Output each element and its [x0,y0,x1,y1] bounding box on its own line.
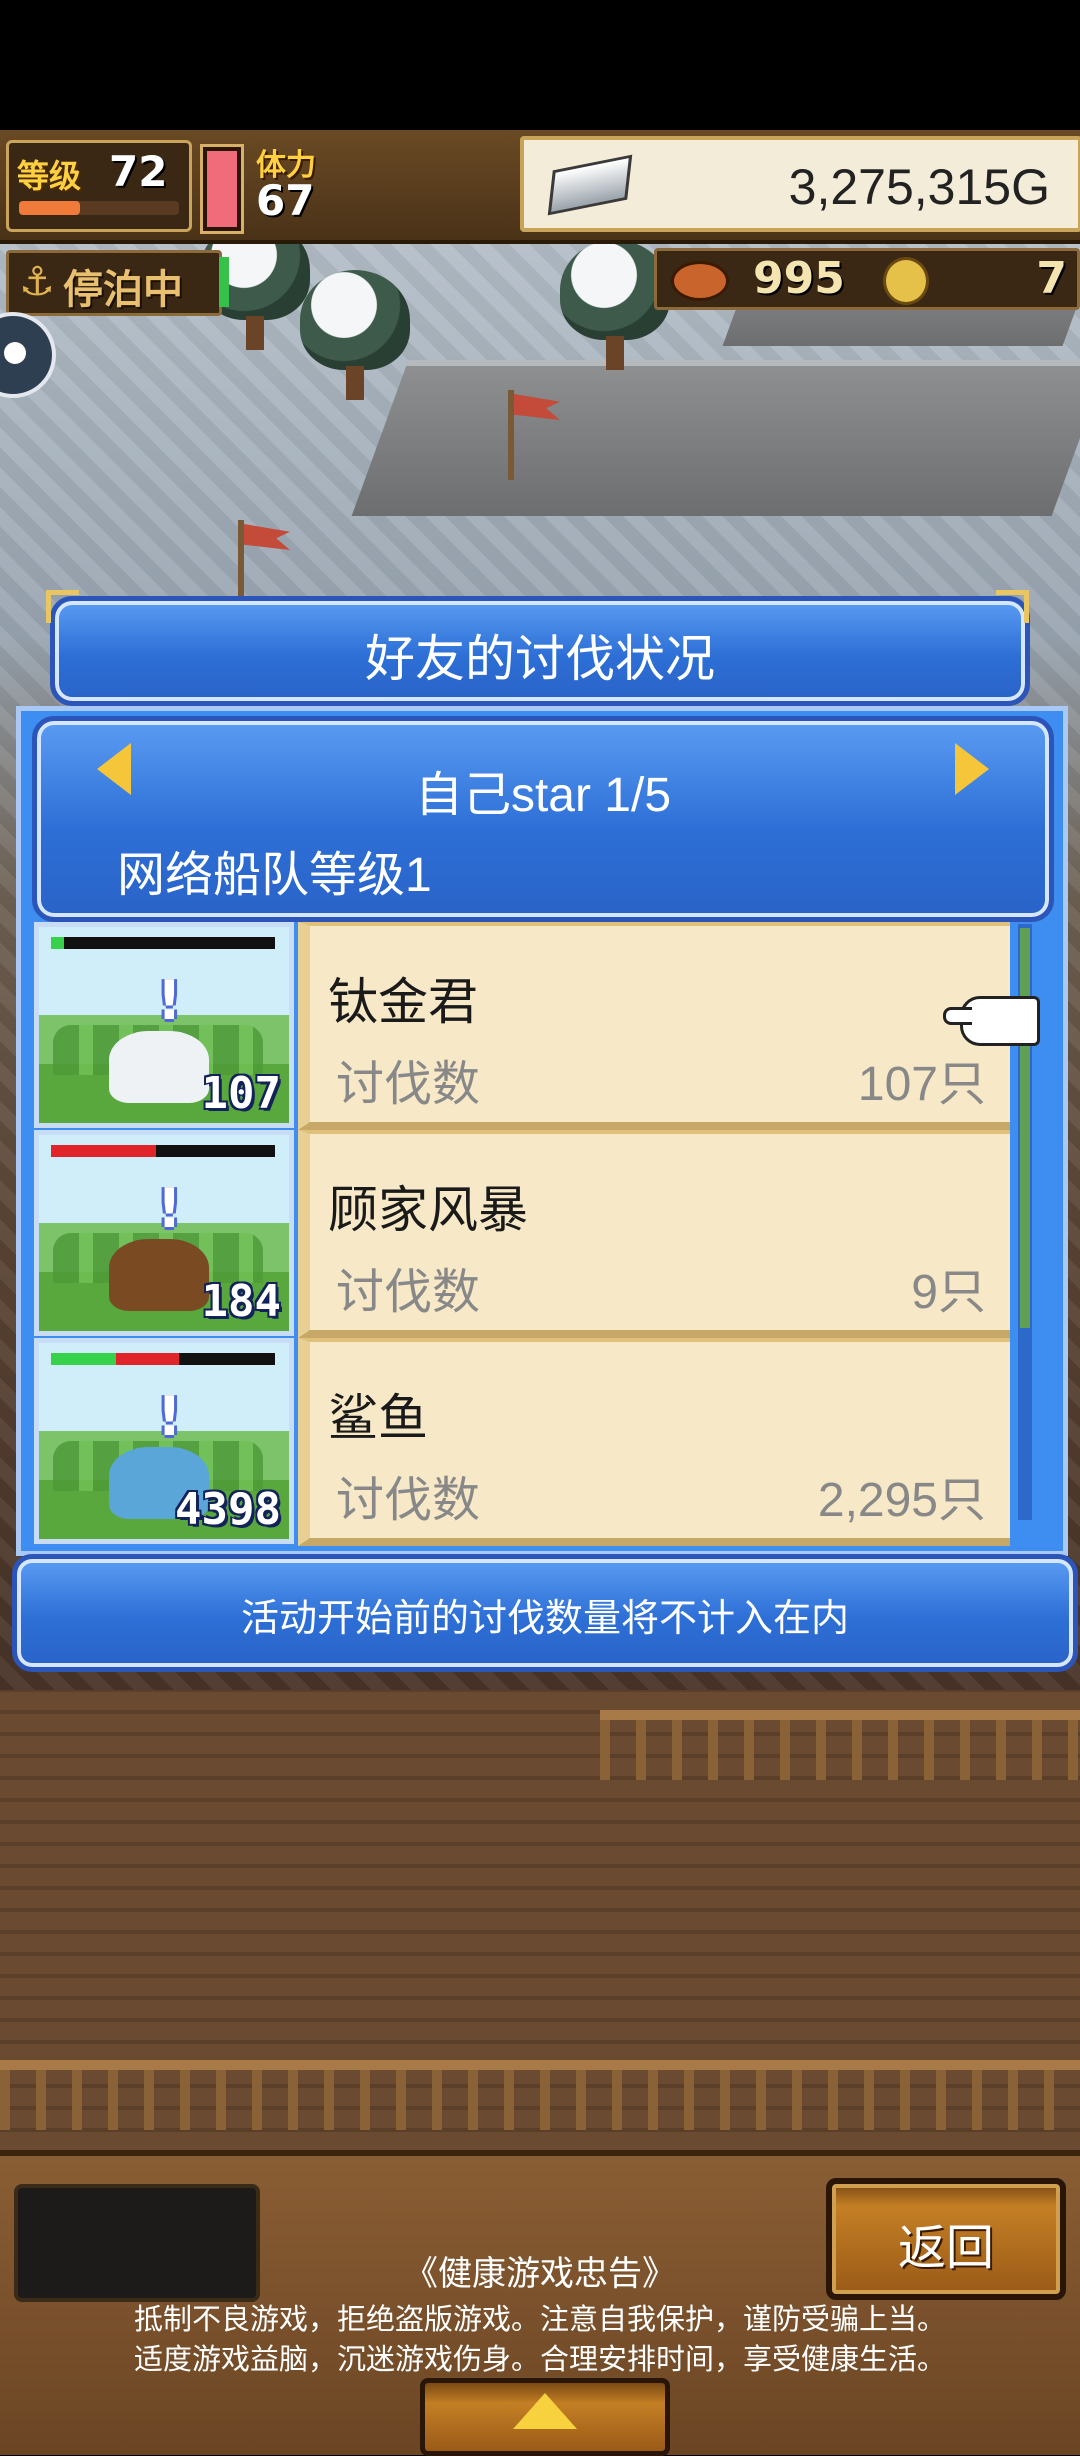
health-advice-line: 抵制不良游戏，拒绝盗版游戏。注意自我保护，谨防受骗上当。 [133,2304,946,2336]
status-indicator [219,257,229,307]
level-panel: 等级 72 [6,140,192,232]
silver-ingot-icon [547,154,633,216]
page-header: 自己star 1/5 网络船队等级1 [32,716,1054,922]
pointer-hand-icon [943,996,1040,1046]
alert-icon: ! [157,969,182,1032]
up-arrow-icon[interactable] [420,2378,670,2456]
level-value: 72 [109,147,168,196]
kill-label: 讨伐数 [336,1266,481,1319]
monster-count: 4398 [175,1484,281,1535]
friend-card[interactable]: 顾家风暴讨伐数 9只 [298,1130,1010,1338]
monster-sprite [109,1239,209,1311]
corner-ornament [46,590,79,623]
level-label: 等级 [17,157,82,195]
right-arrow-icon[interactable] [955,743,989,795]
red-flag [508,390,514,480]
resource-panel: 995 7 [654,248,1080,310]
resource-coin-count: 7 [1036,253,1067,304]
ship-railing [600,1710,1080,1780]
meat-icon [671,261,729,301]
monster-thumbnail: ! 107 [34,922,294,1128]
gold-amount: 3,275,315G [788,159,1050,215]
monster-thumbnail: ! 4398 [34,1338,294,1544]
network-fleet-level: 网络船队等级1 [117,849,432,902]
friend-row[interactable]: ! 4398 鲨鱼讨伐数 2,295只 [34,1338,1024,1546]
dock-status: ⚓ 停泊中 [6,250,229,316]
kill-value: 9只 [911,1266,986,1319]
friend-name: 钛金君 [328,974,478,1030]
dialog-title: 好友的讨伐状况 [365,631,715,687]
kill-label: 讨伐数 [336,1058,481,1111]
monster-thumbnail: ! 184 [34,1130,294,1336]
snowy-tree [300,270,410,400]
bottom-bar: 返回 《健康游戏忠告》 抵制不良游戏，拒绝盗版游戏。注意自我保护，谨防受骗上当。… [0,2150,1080,2456]
friend-name: 顾家风暴 [328,1182,528,1238]
monster-count: 107 [201,1068,281,1119]
alert-icon: ! [157,1385,182,1448]
notice-text: 活动开始前的讨伐数量将不计入在内 [240,1598,849,1640]
kill-label: 讨伐数 [336,1474,481,1527]
page-indicator: 自己star 1/5 [414,769,672,822]
castle-wall [351,360,1080,516]
ship-railing [0,2060,1080,2130]
friend-card[interactable]: 钛金君讨伐数 107只 [298,922,1010,1130]
friend-card[interactable]: 鲨鱼讨伐数 2,295只 [298,1338,1010,1546]
stamina-value: 67 [256,176,315,225]
hp-bar [51,1353,275,1365]
friend-row[interactable]: ! 184 顾家风暴讨伐数 9只 [34,1130,1024,1338]
top-hud: 等级 72 体力 67 3,275,315G [0,130,1080,244]
friend-row[interactable]: ! 107 钛金君讨伐数 107只 [34,922,1024,1130]
kill-value: 2,295只 [817,1474,986,1527]
health-advice-line: 适度游戏益脑，沉迷游戏伤身。合理安排时间，享受健康生活。 [133,2344,946,2376]
resource-meat-count: 995 [753,253,845,304]
friend-name: 鲨鱼 [328,1390,428,1446]
hp-bar [51,937,275,949]
gold-panel[interactable]: 3,275,315G [520,136,1080,232]
xp-bar [19,201,179,215]
health-advice-title: 《健康游戏忠告》 [404,2255,676,2293]
monster-count: 184 [201,1276,281,1327]
dialog-title-bar: 好友的讨伐状况 [50,596,1030,706]
monster-sprite [109,1031,209,1103]
hp-bar [51,1145,275,1157]
coin-icon [883,257,929,305]
notice-bar: 活动开始前的讨伐数量将不计入在内 [12,1554,1078,1672]
anchor-icon: ⚓ [19,259,55,305]
corner-ornament [996,590,1029,623]
dock-status-text: 停泊中 [63,267,183,313]
kill-value: 107只 [857,1058,986,1111]
alert-icon: ! [157,1177,182,1240]
stamina-bar [200,144,244,234]
